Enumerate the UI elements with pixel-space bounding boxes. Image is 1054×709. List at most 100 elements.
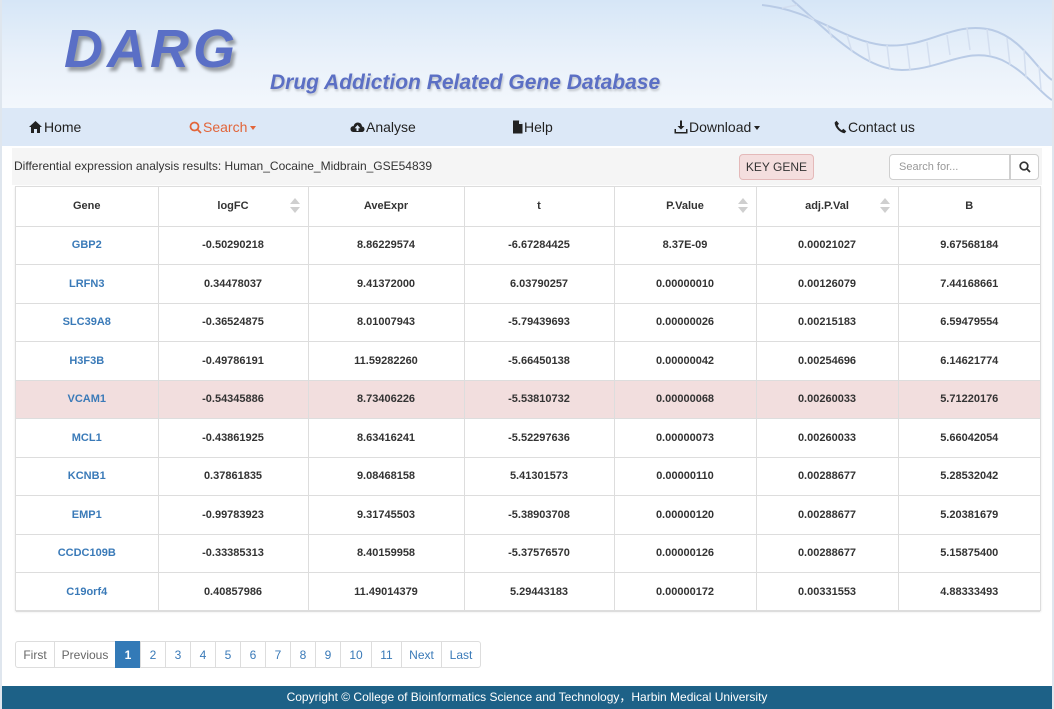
table-cell: 8.37E-09 [613, 225, 757, 265]
page-last-button[interactable]: Last [441, 641, 481, 668]
table-cell: 0.00288677 [755, 456, 899, 496]
sort-icon[interactable] [289, 198, 300, 213]
table-row: LRFN3 0.34478037 9.41372000 6.03790257 0.000… [16, 264, 1040, 304]
table-cell: -0.36524875 [157, 302, 309, 342]
table-cell: 0.40857986 [157, 572, 309, 612]
page-first-button[interactable]: First [15, 641, 55, 668]
table-row: VCAM1 -0.54345886 8.73406226 -5.53810732 0.0… [16, 379, 1040, 419]
table-cell: 0.00000110 [613, 456, 757, 496]
table-cell: 6.03790257 [463, 264, 615, 304]
table-row: GBP2 -0.50290218 8.86229574 -6.67284425 8.37… [16, 225, 1040, 265]
table-row: H3F3B -0.49786191 11.59282260 -5.66450138 0.… [16, 341, 1040, 381]
column-header-pvalue[interactable]: P.Value [613, 187, 757, 227]
site-footer: Copyright © College of Bioinformatics Sc… [2, 686, 1052, 709]
chevron-down-icon [250, 126, 257, 130]
column-header-gene[interactable]: Gene [16, 187, 159, 227]
site-logo[interactable]: DARG [64, 18, 239, 80]
site-banner: DARG Drug Addiction Related Gene Databas… [2, 0, 1052, 108]
page-button-4[interactable]: 4 [190, 641, 216, 668]
table-row: SLC39A8 -0.36524875 8.01007943 -5.79439693 0… [16, 302, 1040, 342]
gene-link[interactable]: SLC39A8 [16, 302, 159, 342]
table-cell: 0.00000068 [613, 379, 757, 419]
table-cell: -0.33385313 [157, 533, 309, 573]
page-previous-button[interactable]: Previous [54, 641, 116, 668]
page-button-11[interactable]: 11 [371, 641, 402, 668]
gene-link[interactable]: KCNB1 [16, 456, 159, 496]
page-button-6[interactable]: 6 [240, 641, 266, 668]
table-cell: 8.86229574 [307, 225, 465, 265]
table-cell: 0.00000120 [613, 495, 757, 535]
column-header-label: logFC [217, 200, 249, 213]
table-cell: 11.59282260 [307, 341, 465, 381]
page-button-1[interactable]: 1 [115, 641, 141, 668]
nav-item-download[interactable]: Download [674, 119, 761, 135]
table-cell: 8.01007943 [307, 302, 465, 342]
home-icon [29, 121, 42, 133]
table-cell: 0.00021027 [755, 225, 899, 265]
gene-link[interactable]: VCAM1 [16, 379, 159, 419]
page-button-5[interactable]: 5 [215, 641, 241, 668]
nav-item-home[interactable]: Home [28, 119, 81, 135]
pagination: First Previous 1 2 3 4 5 6 7 8 9 10 11 N… [15, 641, 481, 668]
table-cell: 7.44168661 [897, 264, 1040, 304]
search-icon [1018, 161, 1031, 173]
gene-link[interactable]: CCDC109B [16, 533, 159, 573]
gene-link[interactable]: EMP1 [16, 495, 159, 535]
table-row: EMP1 -0.99783923 9.31745503 -5.38903708 0.00… [16, 495, 1040, 535]
page-button-7[interactable]: 7 [265, 641, 291, 668]
gene-link[interactable]: LRFN3 [16, 264, 159, 304]
key-gene-button[interactable]: KEY GENE [739, 154, 814, 180]
table-cell: -5.53810732 [463, 379, 615, 419]
table-cell: -0.50290218 [157, 225, 309, 265]
chevron-down-icon [754, 126, 761, 130]
table-cell: 6.14621774 [897, 341, 1040, 381]
results-toolbar: Differential expression analysis results… [12, 148, 1042, 185]
sort-icon[interactable] [879, 198, 890, 213]
table-cell: 5.66042054 [897, 418, 1040, 458]
nav-item-search[interactable]: Search [189, 119, 257, 135]
column-header-aveexpr[interactable]: AveExpr [307, 187, 465, 227]
gene-link[interactable]: GBP2 [16, 225, 159, 265]
search-input[interactable] [889, 154, 1010, 180]
table-cell: 0.00288677 [755, 495, 899, 535]
gene-link[interactable]: H3F3B [16, 341, 159, 381]
page-button-2[interactable]: 2 [140, 641, 166, 668]
table-cell: 0.00260033 [755, 418, 899, 458]
gene-link[interactable]: C19orf4 [16, 572, 159, 612]
nav-item-help[interactable]: Help [512, 119, 553, 135]
column-header-b[interactable]: B [897, 187, 1040, 227]
column-header-logfc[interactable]: logFC [157, 187, 309, 227]
column-header-adjpval[interactable]: adj.P.Val [755, 187, 899, 227]
nav-label-contact: Contact us [848, 119, 915, 135]
page-button-10[interactable]: 10 [340, 641, 372, 668]
column-header-t[interactable]: t [463, 187, 615, 227]
nav-item-analyse[interactable]: Analyse [350, 119, 416, 135]
main-nav: Home Search Analyse Help Download Contac… [2, 108, 1052, 146]
gene-link[interactable]: MCL1 [16, 418, 159, 458]
search-button[interactable] [1010, 154, 1039, 180]
phone-icon [834, 120, 847, 134]
table-cell: 9.67568184 [897, 225, 1040, 265]
page-button-9[interactable]: 9 [315, 641, 341, 668]
table-cell: 11.49014379 [307, 572, 465, 612]
table-cell: -5.52297636 [463, 418, 615, 458]
page-next-button[interactable]: Next [401, 641, 442, 668]
table-cell: 5.28532042 [897, 456, 1040, 496]
table-cell: 6.59479554 [897, 302, 1040, 342]
sort-icon[interactable] [737, 198, 748, 213]
download-icon [674, 120, 688, 134]
page-button-3[interactable]: 3 [165, 641, 191, 668]
page-button-8[interactable]: 8 [290, 641, 316, 668]
table-cell: 5.41301573 [463, 456, 615, 496]
nav-label-home: Home [44, 119, 82, 135]
table-cell: -5.37576570 [463, 533, 615, 573]
column-header-label: AveExpr [363, 200, 409, 213]
table-cell: 0.37861835 [157, 456, 309, 496]
table-cell: 5.29443183 [463, 572, 615, 612]
table-cell: -0.43861925 [157, 418, 309, 458]
table-cell: 9.08468158 [307, 456, 465, 496]
table-cell: 9.31745503 [307, 495, 465, 535]
column-header-label: B [965, 200, 974, 213]
column-header-label: Gene [72, 200, 101, 213]
nav-item-contact[interactable]: Contact us [834, 119, 915, 135]
